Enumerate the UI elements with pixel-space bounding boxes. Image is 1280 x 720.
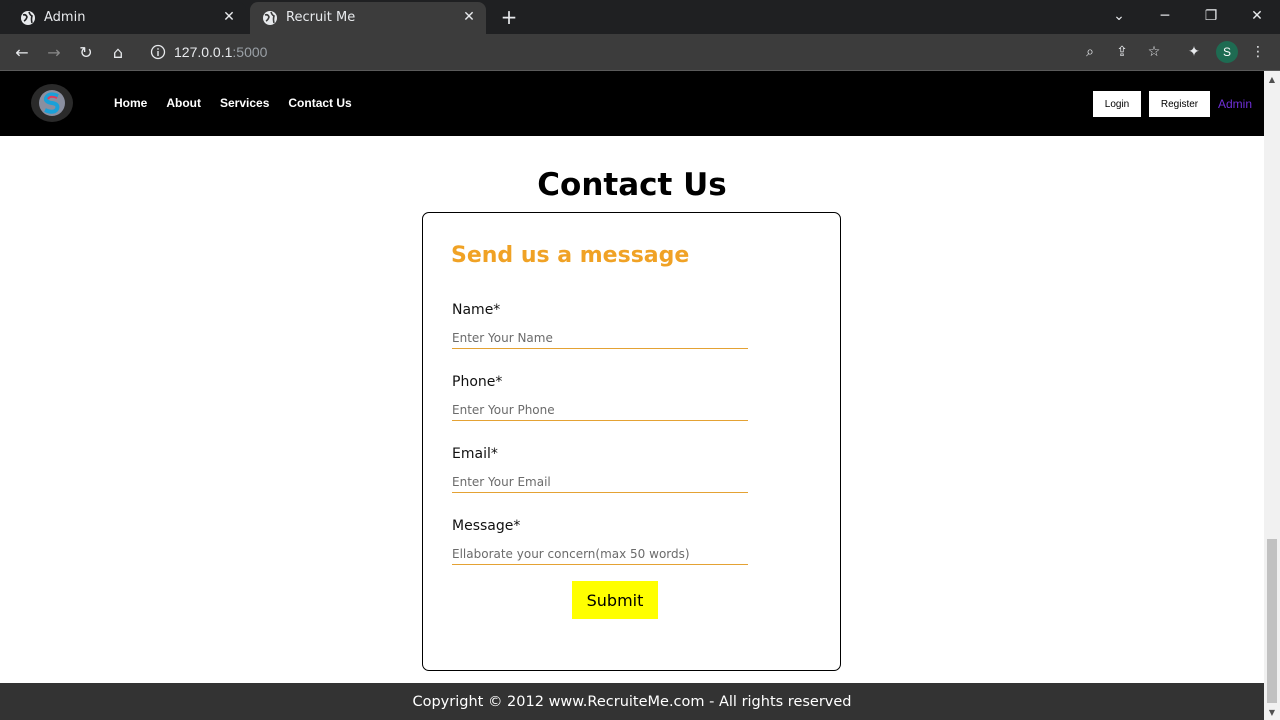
submit-button[interactable]: Submit — [572, 581, 658, 619]
scroll-down-arrow-icon[interactable]: ▼ — [1264, 704, 1280, 720]
page-scrollbar[interactable]: ▲ ▼ — [1264, 71, 1280, 720]
profile-avatar[interactable]: S — [1216, 41, 1238, 63]
nav-services[interactable]: Services — [220, 96, 269, 110]
browser-toolbar: ← → ↻ ⌂ 127.0.0.1:5000 ⌕ ⇪ ☆ ✦ ⋮ — [0, 34, 1280, 70]
window-close-icon[interactable]: ✕ — [1234, 0, 1280, 32]
tab-admin[interactable]: Admin ✕ — [8, 2, 246, 34]
browser-tab-strip: Admin ✕ Recruit Me ✕ + ⌄ ─ ❐ ✕ — [0, 0, 1280, 34]
nav-contact-us[interactable]: Contact Us — [288, 96, 351, 110]
close-icon[interactable]: ✕ — [220, 8, 238, 26]
home-icon[interactable]: ⌂ — [104, 38, 132, 66]
nav-links: Home About Services Contact Us — [114, 96, 371, 110]
restore-icon[interactable]: ❐ — [1188, 0, 1234, 32]
new-tab-plus-icon[interactable]: + — [497, 5, 521, 29]
email-label: Email* — [452, 446, 498, 462]
nav-home[interactable]: Home — [114, 96, 147, 110]
tab-recruit-me[interactable]: Recruit Me ✕ — [250, 2, 486, 34]
site-info-icon[interactable] — [150, 44, 166, 60]
admin-link[interactable]: Admin — [1218, 97, 1252, 111]
logo-icon — [39, 90, 65, 116]
message-label: Message* — [452, 518, 521, 534]
minimize-icon[interactable]: ─ — [1142, 0, 1188, 32]
address-bar[interactable]: 127.0.0.1:5000 — [140, 38, 1272, 66]
globe-icon — [263, 11, 277, 25]
forward-arrow-icon[interactable]: → — [40, 38, 68, 66]
register-button[interactable]: Register — [1149, 91, 1210, 117]
bookmark-star-icon[interactable]: ☆ — [1144, 42, 1164, 62]
globe-icon — [21, 11, 35, 25]
site-logo[interactable] — [31, 84, 73, 122]
tab-title: Recruit Me — [286, 10, 356, 25]
share-icon[interactable]: ⇪ — [1112, 42, 1132, 62]
page-title: Contact Us — [537, 167, 727, 203]
login-button[interactable]: Login — [1093, 91, 1141, 117]
phone-input[interactable] — [452, 399, 748, 421]
name-input[interactable] — [452, 327, 748, 349]
scrollbar-thumb[interactable] — [1267, 539, 1277, 703]
tab-search-chevron-icon[interactable]: ⌄ — [1096, 0, 1142, 32]
nav-about[interactable]: About — [166, 96, 201, 110]
close-icon[interactable]: ✕ — [460, 8, 478, 26]
page-viewport: Home About Services Contact Us Login Reg… — [0, 71, 1264, 720]
scroll-up-arrow-icon[interactable]: ▲ — [1264, 71, 1280, 87]
email-input[interactable] — [452, 471, 748, 493]
menu-kebab-icon[interactable]: ⋮ — [1248, 42, 1268, 62]
tab-title: Admin — [44, 10, 86, 25]
site-footer: Copyright © 2012 www.RecruiteMe.com - Al… — [0, 683, 1264, 720]
back-arrow-icon[interactable]: ← — [8, 38, 36, 66]
form-heading: Send us a message — [451, 243, 690, 268]
copyright-text: Copyright © 2012 www.RecruiteMe.com - Al… — [412, 693, 852, 710]
site-navbar: Home About Services Contact Us Login Reg… — [0, 71, 1264, 136]
url-text: 127.0.0.1:5000 — [174, 44, 268, 60]
reload-icon[interactable]: ↻ — [72, 38, 100, 66]
name-label: Name* — [452, 302, 501, 318]
phone-label: Phone* — [452, 374, 503, 390]
extensions-puzzle-icon[interactable]: ✦ — [1184, 42, 1204, 62]
message-input[interactable] — [452, 543, 748, 565]
zoom-icon[interactable]: ⌕ — [1080, 42, 1100, 62]
contact-form-card: Send us a message Name* Phone* Email* Me… — [422, 212, 841, 671]
